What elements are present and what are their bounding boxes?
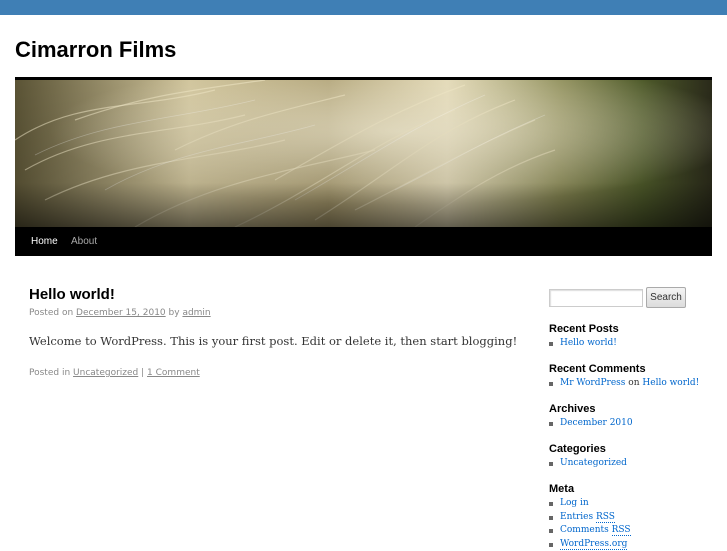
post-footer-meta: Posted in Uncategorized | 1 Comment bbox=[29, 367, 200, 379]
header-banner-image bbox=[15, 80, 712, 227]
recent-post-link[interactable]: Hello world! bbox=[560, 338, 617, 348]
recent-posts-title: Recent Posts bbox=[549, 322, 619, 336]
nav-item-home[interactable]: Home bbox=[23, 227, 66, 256]
list-item: Entries RSS bbox=[549, 511, 631, 525]
comment-post-link[interactable]: Hello world! bbox=[642, 378, 699, 388]
archives-title: Archives bbox=[549, 402, 595, 416]
square-bullet-icon bbox=[549, 462, 553, 466]
rss-abbr: RSS bbox=[596, 512, 615, 523]
list-item: WordPress.org bbox=[549, 538, 631, 551]
posted-in-label: Posted in bbox=[29, 368, 70, 378]
entries-rss-link[interactable]: Entries RSS bbox=[560, 512, 615, 523]
square-bullet-icon bbox=[549, 529, 553, 533]
recent-comments-title: Recent Comments bbox=[549, 362, 646, 376]
meta-separator: | bbox=[141, 368, 144, 378]
recent-posts-list: Hello world! bbox=[549, 337, 617, 351]
square-bullet-icon bbox=[549, 342, 553, 346]
post-author-link[interactable]: admin bbox=[182, 308, 210, 318]
post-meta: Posted on December 15, 2010 by admin bbox=[29, 307, 211, 319]
top-accent-bar bbox=[0, 0, 727, 15]
search-button[interactable]: Search bbox=[646, 287, 686, 308]
comments-link[interactable]: 1 Comment bbox=[147, 368, 200, 378]
entries-label: Entries bbox=[560, 512, 593, 522]
square-bullet-icon bbox=[549, 422, 553, 426]
search-input[interactable] bbox=[549, 289, 643, 307]
site-title[interactable]: Cimarron Films bbox=[15, 35, 176, 65]
main-navigation: Home About bbox=[15, 227, 712, 256]
archives-list: December 2010 bbox=[549, 417, 633, 431]
list-item: Uncategorized bbox=[549, 457, 627, 471]
list-item: Log in bbox=[549, 497, 631, 511]
comments-rss-link[interactable]: Comments RSS bbox=[560, 525, 631, 536]
post-date-link[interactable]: December 15, 2010 bbox=[76, 308, 166, 318]
list-item: December 2010 bbox=[549, 417, 633, 431]
posted-on-label: Posted on bbox=[29, 308, 73, 318]
archive-link[interactable]: December 2010 bbox=[560, 418, 633, 428]
list-item: Comments RSS bbox=[549, 524, 631, 538]
list-item: Hello world! bbox=[549, 337, 617, 351]
square-bullet-icon bbox=[549, 382, 553, 386]
login-link[interactable]: Log in bbox=[560, 498, 589, 508]
recent-comments-list: Mr WordPress on Hello world! bbox=[549, 377, 699, 391]
category-sidebar-link[interactable]: Uncategorized bbox=[560, 458, 627, 468]
post-content: Welcome to WordPress. This is your first… bbox=[29, 333, 517, 349]
category-link[interactable]: Uncategorized bbox=[73, 368, 138, 378]
meta-list: Log in Entries RSS Comments RSS WordPres… bbox=[549, 497, 631, 551]
nav-item-about[interactable]: About bbox=[63, 227, 105, 256]
categories-list: Uncategorized bbox=[549, 457, 627, 471]
by-label: by bbox=[169, 308, 180, 318]
comment-author-link[interactable]: Mr WordPress bbox=[560, 378, 625, 388]
square-bullet-icon bbox=[549, 502, 553, 506]
wordpress-org-link[interactable]: WordPress.org bbox=[560, 539, 627, 550]
square-bullet-icon bbox=[549, 516, 553, 520]
post-title[interactable]: Hello world! bbox=[29, 285, 115, 305]
list-item: Mr WordPress on Hello world! bbox=[549, 377, 699, 391]
comments-label: Comments bbox=[560, 525, 609, 535]
meta-title: Meta bbox=[549, 482, 574, 496]
pampas-grass-image bbox=[15, 80, 712, 227]
categories-title: Categories bbox=[549, 442, 606, 456]
comment-on-label: on bbox=[628, 378, 639, 388]
rss-abbr: RSS bbox=[612, 525, 631, 536]
